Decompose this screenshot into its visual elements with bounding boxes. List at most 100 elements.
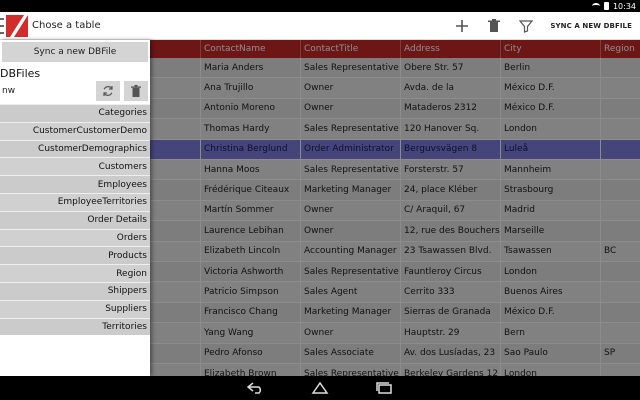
add-icon[interactable] <box>446 12 478 40</box>
status-bar: 10:34 <box>0 0 640 12</box>
delete-dbfile-icon[interactable] <box>124 81 148 101</box>
table-cell: México D.F. <box>500 78 600 98</box>
table-cell: Accounting Manager <box>300 241 400 261</box>
table-cell: C/ Araquil, 67 <box>400 200 500 221</box>
back-icon[interactable] <box>246 380 266 396</box>
table-cell: Hanna Moos <box>200 160 300 180</box>
table-cell: Ana Trujillo <box>200 78 300 98</box>
table-cell: Fauntleroy Circus <box>400 262 500 282</box>
table-cell: Marketing Manager <box>300 302 400 323</box>
table-cell: Sao Paulo <box>500 343 600 363</box>
table-cell: BC <box>600 241 640 261</box>
table-cell: Av. dos Lusíadas, 23 <box>400 343 500 363</box>
table-cell <box>600 180 640 200</box>
table-cell: Sales Representative <box>300 262 400 282</box>
table-cell: Elizabeth Lincoln <box>200 241 300 261</box>
table-list-item[interactable]: Territories <box>0 317 150 336</box>
filter-icon[interactable] <box>510 12 542 40</box>
refresh-icon[interactable] <box>96 81 120 101</box>
recent-apps-icon[interactable] <box>374 380 394 396</box>
table-cell <box>600 139 640 159</box>
table-cell <box>600 262 640 282</box>
table-cell: Mataderos 2312 <box>400 98 500 119</box>
table-cell <box>600 98 640 119</box>
table-cell: Berguvsvägen 8 <box>400 139 500 159</box>
table-cell: Berlin <box>500 58 600 78</box>
table-cell: Bern <box>500 323 600 343</box>
table-cell: Pedro Afonso <box>200 343 300 363</box>
column-header[interactable]: ContactName <box>200 40 300 58</box>
drawer-toggle-icon[interactable] <box>0 18 4 34</box>
table-cell: Berkeley Gardens 12 <box>400 364 500 376</box>
table-cell: London <box>500 262 600 282</box>
table-cell: Laurence Lebihan <box>200 221 300 241</box>
table-cell: Forsterstr. 57 <box>400 160 500 180</box>
table-cell: London <box>500 364 600 376</box>
table-cell: Owner <box>300 98 400 119</box>
table-cell: London <box>500 119 600 139</box>
table-list-item[interactable]: Customers <box>0 157 150 176</box>
column-header[interactable]: City <box>500 40 600 58</box>
table-cell: Antonio Moreno <box>200 98 300 119</box>
home-icon[interactable] <box>310 380 330 396</box>
table-list-item[interactable]: Employees <box>0 175 150 193</box>
dbfile-name[interactable]: nw <box>2 86 15 96</box>
tables-list: Categories CustomerCustomerDemo CustomerDe… <box>0 104 150 336</box>
table-cell: Avda. de la <box>400 78 500 98</box>
table-cell: México D.F. <box>500 302 600 323</box>
toolbar-actions: SYNC A NEW DBFILE <box>446 12 634 40</box>
table-cell: México D.F. <box>500 98 600 119</box>
action-bar: Chose a table SYNC A NEW DBFILE <box>0 12 640 40</box>
table-cell: Yang Wang <box>200 323 300 343</box>
table-list-item[interactable]: Products <box>0 246 150 265</box>
table-cell: Martín Sommer <box>200 200 300 221</box>
table-cell: Thomas Hardy <box>200 119 300 139</box>
table-list-item[interactable]: EmployeeTerritories <box>0 192 150 211</box>
status-time: 10:34 <box>612 1 636 11</box>
table-cell <box>600 302 640 323</box>
table-cell <box>600 78 640 98</box>
delete-icon[interactable] <box>478 12 510 40</box>
column-header[interactable]: Region <box>600 40 640 58</box>
table-list-item[interactable]: CustomerDemographics <box>0 139 150 158</box>
app-logo-icon[interactable] <box>6 15 28 37</box>
dbfiles-heading: DBFiles <box>0 67 41 80</box>
table-cell: Marketing Manager <box>300 180 400 200</box>
table-cell <box>600 221 640 241</box>
table-cell: Hauptstr. 29 <box>400 323 500 343</box>
table-list-item[interactable]: Shippers <box>0 281 150 300</box>
table-cell <box>600 119 640 139</box>
table-cell: 24, place Kléber <box>400 180 500 200</box>
table-cell: Mannheim <box>500 160 600 180</box>
table-cell: Sales Representative <box>300 160 400 180</box>
sync-new-dbfile-button[interactable]: SYNC A NEW DBFILE <box>542 22 634 30</box>
table-cell <box>600 200 640 221</box>
column-header[interactable]: Address <box>400 40 500 58</box>
table-cell <box>600 58 640 78</box>
table-cell: Christina Berglund <box>200 139 300 159</box>
table-list-item[interactable]: Order Details <box>0 210 150 229</box>
status-icons: 10:34 <box>591 1 636 11</box>
navigation-drawer: Sync a new DBFile DBFiles nw Categories C… <box>0 40 150 376</box>
table-cell <box>600 364 640 376</box>
table-cell: Sales Associate <box>300 343 400 363</box>
table-list-item[interactable]: Region <box>0 264 150 282</box>
table-cell: Obere Str. 57 <box>400 58 500 78</box>
wifi-icon <box>591 3 600 9</box>
table-cell: SP <box>600 343 640 363</box>
table-cell: Order Administrator <box>300 139 400 159</box>
table-list-item[interactable]: Orders <box>0 228 150 247</box>
table-list-item[interactable]: Suppliers <box>0 299 150 318</box>
table-cell: Francisco Chang <box>200 302 300 323</box>
table-cell: Sales Agent <box>300 282 400 302</box>
table-cell: Buenos Aires <box>500 282 600 302</box>
page-title: Chose a table <box>32 20 101 31</box>
table-cell: Madrid <box>500 200 600 221</box>
table-list-item[interactable]: CustomerCustomerDemo <box>0 121 150 140</box>
table-list-item[interactable]: Categories <box>0 104 150 122</box>
table-cell: Maria Anders <box>200 58 300 78</box>
column-header[interactable]: ContactTitle <box>300 40 400 58</box>
table-cell: Cerrito 333 <box>400 282 500 302</box>
table-cell: 12, rue des Bouchers <box>400 221 500 241</box>
sync-dbfile-button[interactable]: Sync a new DBFile <box>2 42 148 62</box>
